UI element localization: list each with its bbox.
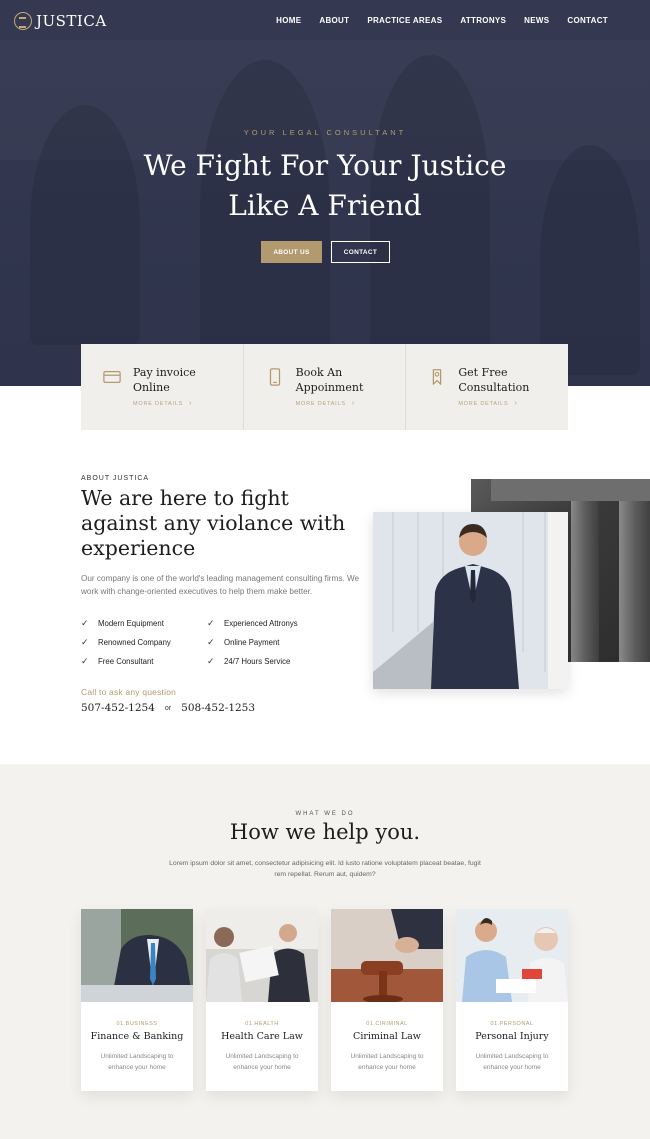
feature-title: Book An Appoinment bbox=[296, 365, 396, 395]
about-eyebrow: ABOUT JUSTICA bbox=[81, 475, 150, 482]
nav-attronys[interactable]: ATTRONYS bbox=[460, 16, 506, 25]
personal-injury-photo bbox=[456, 909, 568, 1002]
practice-description: Unlimited Landscaping to enhance your ho… bbox=[225, 1053, 299, 1071]
feature-title-line-2: Consultation bbox=[458, 381, 530, 394]
feature-title-line-2: Appoinment bbox=[295, 381, 364, 394]
hero-section: JUSTICA HOME ABOUT PRACTICE AREAS ATTRON… bbox=[0, 0, 650, 386]
feature-title: Pay invoice Online bbox=[133, 365, 233, 395]
courthouse-icon bbox=[14, 12, 32, 30]
top-navigation: JUSTICA HOME ABOUT PRACTICE AREAS ATTRON… bbox=[0, 0, 650, 44]
practice-tag: 01.HEALTH bbox=[245, 1021, 279, 1027]
practice-description: Unlimited Landscaping to enhance your ho… bbox=[100, 1053, 174, 1071]
brand-logo[interactable]: JUSTICA bbox=[14, 12, 107, 30]
feature-cards: Pay invoice Online MORE DETAILS › Book An… bbox=[81, 344, 568, 430]
checklist-label: 24/7 Hours Service bbox=[224, 656, 291, 666]
practice-name: Ciriminal Law bbox=[353, 1031, 421, 1042]
more-details-label: MORE DETAILS bbox=[295, 401, 346, 407]
checklist-item: ✓ Renowned Company bbox=[81, 637, 207, 647]
health-photo bbox=[206, 909, 318, 1002]
chevron-right-icon: › bbox=[189, 400, 193, 407]
attorney-illustration bbox=[373, 512, 568, 689]
practice-tag: 01.BUSINESS bbox=[116, 1021, 158, 1027]
checklist-label: Modern Equipment bbox=[98, 618, 164, 628]
practice-cards: 01.BUSINESS Finance & Banking Unlimited … bbox=[81, 909, 568, 1091]
hero-eyebrow: YOUR LEGAL CONSULTANT bbox=[243, 128, 407, 137]
services-text: Lorem ipsum dolor sit amet, consectetur … bbox=[169, 860, 481, 878]
practice-description: Unlimited Landscaping to enhance your ho… bbox=[350, 1053, 424, 1071]
checkmark-icon: ✓ bbox=[207, 636, 215, 647]
finance-photo bbox=[81, 909, 193, 1002]
phone-numbers: 507-452-1254 or 508-452-1253 bbox=[81, 702, 255, 714]
more-details-link[interactable]: MORE DETAILS › bbox=[458, 400, 517, 407]
checklist-item: ✓ Free Consultant bbox=[81, 656, 207, 666]
nav-about[interactable]: ABOUT bbox=[319, 16, 349, 25]
phone-number-2[interactable]: 508-452-1253 bbox=[181, 702, 255, 714]
phone-number-1[interactable]: 507-452-1254 bbox=[81, 702, 155, 714]
practice-tag: 01.PERSONAL bbox=[490, 1021, 534, 1027]
more-details-link[interactable]: MORE DETAILS › bbox=[133, 400, 192, 407]
feature-title-line-1: Get Free bbox=[458, 366, 508, 379]
practice-card-finance[interactable]: 01.BUSINESS Finance & Banking Unlimited … bbox=[81, 909, 193, 1091]
brand-name: JUSTICA bbox=[36, 12, 107, 30]
practice-card-personal[interactable]: 01.PERSONAL Personal Injury Unlimited La… bbox=[456, 909, 568, 1091]
checklist-label: Online Payment bbox=[224, 637, 280, 647]
checklist-label: Renowned Company bbox=[98, 637, 171, 647]
hero-title-line-2: Like A Friend bbox=[228, 189, 422, 222]
hero-title: We Fight For Your Justice Like A Friend bbox=[0, 146, 650, 226]
attorney-photo bbox=[373, 512, 568, 689]
mobile-phone-icon bbox=[269, 368, 280, 386]
main-menu: HOME ABOUT PRACTICE AREAS ATTRONYS NEWS … bbox=[276, 16, 608, 25]
services-title: How we help you. bbox=[229, 820, 421, 844]
feature-checklist: ✓ Modern Equipment ✓ Experienced Attronys … bbox=[81, 618, 341, 666]
feature-title-line-2: Online bbox=[133, 381, 170, 394]
checklist-label: Free Consultant bbox=[98, 656, 154, 666]
nav-home[interactable]: HOME bbox=[276, 16, 301, 25]
criminal-photo bbox=[331, 909, 443, 1002]
feature-title: Get Free Consultation bbox=[458, 365, 558, 395]
contact-button[interactable]: CONTACT bbox=[331, 241, 390, 263]
services-eyebrow: WHAT WE DO bbox=[295, 811, 355, 817]
checkmark-icon: ✓ bbox=[207, 655, 215, 666]
checklist-item: ✓ Modern Equipment bbox=[81, 618, 207, 628]
hero-title-line-1: We Fight For Your Justice bbox=[143, 149, 507, 182]
checklist-label: Experienced Attronys bbox=[224, 618, 298, 628]
nav-news[interactable]: NEWS bbox=[524, 16, 549, 25]
nav-contact[interactable]: CONTACT bbox=[567, 16, 608, 25]
feature-book-appointment[interactable]: Book An Appoinment MORE DETAILS › bbox=[244, 344, 407, 430]
about-title: We are here to fight against any violanc… bbox=[81, 486, 346, 560]
feature-free-consultation[interactable]: Get Free Consultation MORE DETAILS › bbox=[406, 344, 568, 430]
chevron-right-icon: › bbox=[514, 400, 518, 407]
practice-card-health[interactable]: 01.HEALTH Health Care Law Unlimited Land… bbox=[206, 909, 318, 1091]
more-details-label: MORE DETAILS bbox=[133, 401, 184, 407]
feature-pay-invoice[interactable]: Pay invoice Online MORE DETAILS › bbox=[81, 344, 244, 430]
chevron-right-icon: › bbox=[351, 400, 355, 407]
checklist-item: ✓ Online Payment bbox=[207, 637, 341, 647]
practice-name: Health Care Law bbox=[221, 1031, 303, 1042]
ribbon-tag-icon bbox=[433, 369, 442, 385]
practice-description: Unlimited Landscaping to enhance your ho… bbox=[475, 1053, 549, 1071]
checkmark-icon: ✓ bbox=[207, 617, 215, 628]
checkmark-icon: ✓ bbox=[81, 617, 89, 628]
checklist-item: ✓ Experienced Attronys bbox=[207, 618, 341, 628]
phone-separator: or bbox=[164, 704, 172, 712]
practice-card-criminal[interactable]: 01.CIRIMINAL Ciriminal Law Unlimited Lan… bbox=[331, 909, 443, 1091]
hero-buttons: ABOUT US CONTACT bbox=[261, 241, 390, 263]
more-details-link[interactable]: MORE DETAILS › bbox=[296, 400, 355, 407]
about-text: Our company is one of the world's leadin… bbox=[81, 574, 360, 596]
practice-tag: 01.CIRIMINAL bbox=[366, 1021, 408, 1027]
checklist-item: ✓ 24/7 Hours Service bbox=[207, 656, 341, 666]
nav-practice-areas[interactable]: PRACTICE AREAS bbox=[367, 16, 442, 25]
checkmark-icon: ✓ bbox=[81, 636, 89, 647]
credit-card-icon bbox=[103, 370, 121, 384]
more-details-label: MORE DETAILS bbox=[458, 401, 509, 407]
services-section: WHAT WE DO How we help you. Lorem ipsum … bbox=[0, 764, 650, 1139]
feature-title-line-1: Book An bbox=[295, 366, 343, 379]
checkmark-icon: ✓ bbox=[81, 655, 89, 666]
practice-name: Finance & Banking bbox=[90, 1031, 184, 1042]
feature-title-line-1: Pay invoice bbox=[133, 366, 196, 379]
practice-name: Personal Injury bbox=[475, 1031, 549, 1042]
about-us-button[interactable]: ABOUT US bbox=[261, 241, 322, 263]
call-label: Call to ask any question bbox=[81, 687, 177, 697]
